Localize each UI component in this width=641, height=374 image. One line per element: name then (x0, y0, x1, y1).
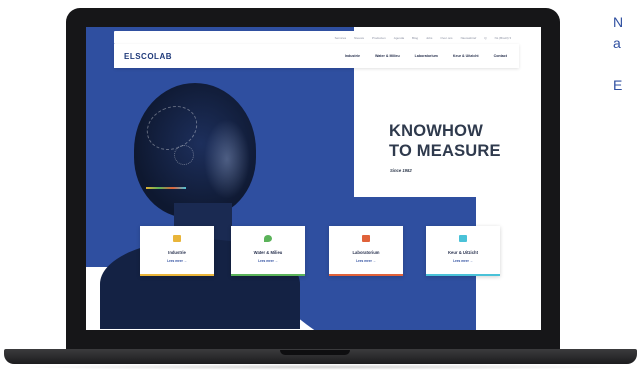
search-icon[interactable]: Q (484, 36, 486, 40)
side-text-line2: a (613, 35, 621, 51)
topbar-link-jobs[interactable]: Jobs (426, 36, 432, 40)
top-utility-bar: Services Nieuws Producten Agenda Blog Jo… (114, 31, 519, 44)
category-card-water-milieu[interactable]: Water & Milieu Lees meer → (231, 226, 305, 276)
topbar-link-blog[interactable]: Blog (412, 36, 418, 40)
card-read-more-link[interactable]: Lees meer → (329, 259, 403, 263)
card-title: Keur & Uitzicht (447, 250, 478, 255)
hero-headline-line2: TO MEASURE (389, 142, 501, 160)
folder-icon (173, 235, 181, 242)
topbar-link-agenda[interactable]: Agenda (394, 36, 404, 40)
card-read-more-link[interactable]: Lees meer → (140, 259, 214, 263)
category-card-laboratorium[interactable]: Laboratorium Lees meer → (329, 226, 403, 276)
hero-portrait-light (204, 119, 250, 199)
side-text-line3: E (613, 77, 623, 93)
language-select[interactable]: NL (Brazil) ▾ (495, 36, 511, 40)
color-stripe-graphic (146, 187, 186, 189)
card-accent-bar (329, 274, 403, 276)
main-navigation: ELSCOLAB Industrie Water & Milieu Labora… (114, 44, 519, 68)
category-card-industrie[interactable]: Industrie Lees meer → (140, 226, 214, 276)
side-text-line1: N (613, 14, 624, 30)
lab-flask-icon (362, 235, 370, 242)
card-read-more-link[interactable]: Lees meer → (426, 259, 500, 263)
hero-headline-line1: KNOWHOW (389, 122, 483, 140)
laptop-notch (280, 350, 350, 355)
nav-items: Industrie Water & Milieu Laboratorium Ke… (345, 54, 507, 58)
site-logo[interactable]: ELSCOLAB (124, 52, 172, 61)
hero-headline: KNOWHOW TO MEASURE (389, 121, 501, 161)
nav-item-keur-uitzicht[interactable]: Keur & Uitzicht (453, 54, 479, 58)
nav-item-laboratorium[interactable]: Laboratorium (415, 54, 438, 58)
document-icon (459, 235, 467, 242)
gear-graphic (174, 145, 194, 165)
card-accent-bar (140, 274, 214, 276)
droplet-icon (264, 235, 272, 242)
card-title: Industrie (168, 250, 186, 255)
card-read-more-link[interactable]: Lees meer → (231, 259, 305, 263)
nav-item-industrie[interactable]: Industrie (345, 54, 360, 58)
topbar-link-producten[interactable]: Producten (372, 36, 386, 40)
topbar-link-nieuws[interactable]: Nieuws (354, 36, 364, 40)
laptop-screen: Services Nieuws Producten Agenda Blog Jo… (86, 27, 541, 330)
hero-since: Since 1982 (390, 168, 412, 173)
card-accent-bar (426, 274, 500, 276)
topbar-link-nieuwsbrief[interactable]: Nieuwsbrief (461, 36, 477, 40)
nav-item-contact[interactable]: Contact (494, 54, 507, 58)
card-title: Laboratorium (352, 250, 380, 255)
topbar-link-over-ons[interactable]: Over ons (440, 36, 452, 40)
card-accent-bar (231, 274, 305, 276)
category-card-keur-uitzicht[interactable]: Keur & Uitzicht Lees meer → (426, 226, 500, 276)
topbar-link-services[interactable]: Services (335, 36, 347, 40)
card-title: Water & Milieu (253, 250, 283, 255)
nav-item-water-milieu[interactable]: Water & Milieu (375, 54, 400, 58)
laptop-shadow (10, 364, 631, 370)
